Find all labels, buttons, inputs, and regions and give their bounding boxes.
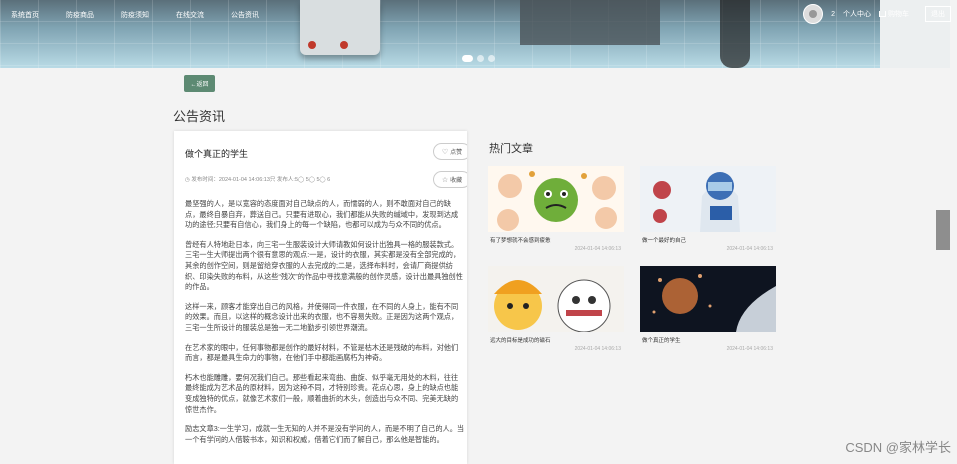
user-area: 2 个人中心 购物车 退出 [803, 4, 951, 24]
card-date: 2024-01-04 14:06:13 [726, 246, 773, 252]
card-date: 2024-01-04 14:06:13 [574, 246, 621, 252]
nav-item-home[interactable]: 系统首页 [11, 10, 39, 20]
hot-article-card[interactable]: 远大的目标是成功的磁石 2024-01-04 14:06:13 [488, 266, 624, 358]
scrollbar-thumb[interactable] [936, 210, 950, 250]
nav-item-announcements[interactable]: 公告资讯 [231, 10, 259, 20]
card-caption: 远大的目标是成功的磁石 [490, 338, 551, 344]
page-title: 公告资讯 [173, 109, 226, 124]
nav-item-chat[interactable]: 在线交流 [176, 10, 204, 20]
profile-link[interactable]: 个人中心 [843, 9, 871, 19]
hot-article-card[interactable]: 做一个最好的自己 2024-01-04 14:06:13 [640, 166, 776, 258]
cart-count: 2 [831, 10, 835, 18]
cart-link[interactable]: 购物车 [879, 9, 909, 19]
article-thumbnail [488, 166, 624, 232]
hot-article-card[interactable]: 做个真正的学生 2024-01-04 14:06:13 [640, 266, 776, 358]
article-title: 做个真正的学生 [185, 149, 249, 159]
article-paragraph: 最坚强的人，是以宽容的态度面对自己缺点的人，而懦弱的人，则不敢面对自己的缺点，最… [185, 199, 459, 230]
card-caption: 有了梦想就不会感到疲惫 [490, 238, 551, 244]
user-icon [809, 10, 818, 18]
star-icon: ☆ [441, 176, 449, 184]
avatar[interactable] [803, 4, 824, 24]
carousel-dot[interactable] [477, 55, 484, 62]
watermark: CSDN @家林学长 [845, 440, 951, 455]
article-paragraph: 励志文章3:一生学习，成就一生无知的人并不是没有学问的人，而是不明了自己的人。当… [185, 424, 465, 444]
article-panel: 做个真正的学生 ♡ 点赞 ☆ 收藏 ◷ 发布时间：2024-01-04 14:06:… [174, 131, 467, 464]
hot-articles-title: 热门文章 [489, 143, 533, 155]
nav-item-guidelines[interactable]: 防疫须知 [121, 10, 149, 20]
card-caption: 做一个最好的自己 [642, 238, 687, 244]
article-paragraph: 曾经有人特地赴日本，向三宅一生服装设计大师请教如何设计出独具一格的服装款式。三宅… [185, 239, 463, 292]
carousel-dot[interactable] [488, 55, 495, 62]
article-thumbnail [488, 266, 624, 332]
hot-article-card[interactable]: 有了梦想就不会感到疲惫 2024-01-04 14:06:13 [488, 166, 624, 258]
article-body: 最坚强的人，是以宽容的态度面对自己缺点的人，而懦弱的人，则不敢面对自己的缺点，最… [185, 199, 465, 454]
nav-item-products[interactable]: 防疫商品 [66, 10, 94, 20]
favorite-button[interactable]: ☆ 收藏 [433, 171, 467, 188]
card-date: 2024-01-04 14:06:13 [574, 346, 621, 352]
article-paragraph: 在艺术家的眼中，任何事物都是创作的最好材料，不管是枯木还是残破的布料，对他们而言… [185, 342, 459, 363]
carousel-dot[interactable] [462, 55, 473, 62]
heart-icon: ♡ [441, 148, 449, 156]
article-paragraph: 这样一来，顾客才能穿出自己的风格，并使得同一件衣服，在不同的人身上，能有不同的效… [185, 301, 459, 332]
article-thumbnail [640, 266, 776, 332]
carousel-indicators [462, 55, 499, 62]
cart-icon [879, 11, 886, 18]
card-date: 2024-01-04 14:06:13 [726, 346, 773, 352]
article-meta: ◷ 发布时间：2024-01-04 14:06:13只 发布人:5◯ 5◯ 5◯… [185, 177, 331, 183]
like-button[interactable]: ♡ 点赞 [433, 143, 467, 160]
article-thumbnail [640, 166, 776, 232]
logout-button[interactable]: 退出 [925, 6, 951, 22]
card-caption: 做个真正的学生 [642, 338, 681, 344]
back-button[interactable]: ←返回 [184, 75, 215, 92]
article-paragraph: 朽木也能雕雕，要何况我们自己。那些看起来弯曲、曲旋、似乎毫无用处的木料，往往最终… [185, 372, 459, 414]
